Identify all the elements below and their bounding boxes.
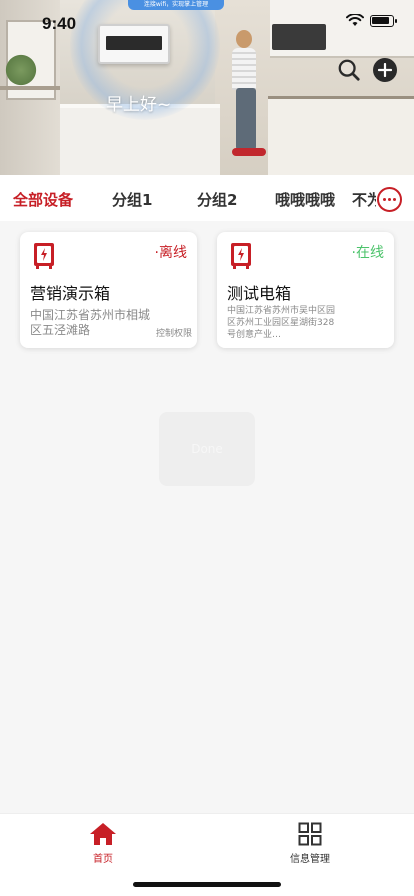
tab-group-1[interactable]: 分组1 — [112, 189, 152, 210]
hero-plant — [4, 52, 38, 88]
battery-icon — [370, 14, 397, 27]
hero-lower-cabinet — [268, 96, 414, 175]
hero-person-legs — [236, 88, 256, 150]
hero-shelf — [0, 86, 60, 90]
device-permission: 控制权限 — [155, 329, 192, 339]
nav-home[interactable]: 首页 — [63, 822, 143, 865]
device-address: 中国江苏省苏州市吴中区园区苏州工业园区星湖街328号创意产业… — [227, 306, 336, 340]
electric-box-icon — [231, 243, 251, 269]
search-icon — [338, 59, 360, 81]
electric-box-icon — [34, 243, 54, 269]
tab-group-3[interactable]: 哦哦哦哦 — [275, 189, 335, 210]
status-time: 9:40 — [42, 14, 77, 33]
status-badge: ·离线 — [154, 245, 187, 261]
device-name: 营销演示箱 — [30, 284, 111, 303]
home-indicator — [133, 882, 281, 887]
search-button[interactable] — [337, 58, 361, 82]
status-icons — [346, 14, 397, 27]
device-card[interactable]: ·离线 营销演示箱 中国江苏省苏州市相城区五泾滩路 控制权限 — [20, 232, 197, 348]
hero-oven — [272, 24, 326, 50]
tab-group-4[interactable]: 不为 — [352, 189, 376, 210]
electric-panel-image — [98, 24, 170, 64]
tab-all-devices[interactable]: 全部设备 — [13, 189, 73, 210]
more-icon — [383, 198, 386, 201]
group-tabs: 全部设备 分组1 分组2 哦哦哦哦 不为 — [0, 175, 414, 221]
tab-group-2[interactable]: 分组2 — [197, 189, 237, 210]
toast-done: Done — [159, 412, 255, 486]
device-card[interactable]: ·在线 测试电箱 中国江苏省苏州市吴中区园区苏州工业园区星湖街328号创意产业… — [217, 232, 394, 348]
wifi-icon — [346, 14, 364, 26]
wifi-banner[interactable]: 连接wifi，实现掌上管理 — [128, 0, 224, 10]
hero-person-head — [236, 30, 252, 48]
add-icon — [378, 63, 392, 77]
device-name: 测试电箱 — [227, 284, 292, 303]
nav-home-label: 首页 — [93, 854, 113, 865]
greeting-text: 早上好~ — [106, 95, 172, 115]
status-badge: ·在线 — [351, 245, 384, 261]
home-icon — [90, 823, 116, 845]
nav-info-label: 信息管理 — [290, 854, 330, 865]
more-groups-button[interactable] — [377, 187, 402, 212]
device-address: 中国江苏省苏州市相城区五泾滩路 — [30, 308, 151, 337]
grid-icon — [298, 822, 322, 846]
add-device-button[interactable] — [373, 58, 397, 82]
hero-person-shoes — [232, 148, 266, 156]
hero-person-body — [232, 48, 256, 90]
nav-info-management[interactable]: 信息管理 — [270, 822, 350, 865]
